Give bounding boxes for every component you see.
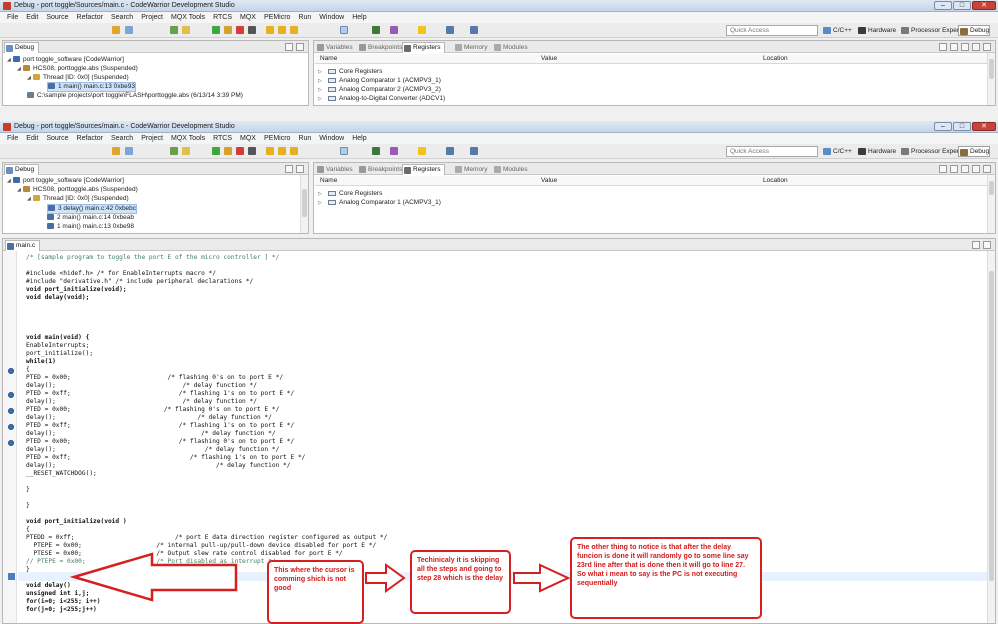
annotation-skip-note: Techinicaly it is skipping all the steps… (410, 550, 511, 614)
annotation-pc-note: The other thing to notice is that after … (570, 537, 762, 619)
right-arrow-annotation-1 (365, 563, 406, 593)
left-arrow-annotation (69, 552, 238, 602)
right-arrow-annotation-2 (513, 563, 571, 593)
annotation-cursor-note: This where the cursor is comming shich i… (267, 560, 364, 624)
annotation-overlay (69, 552, 571, 602)
